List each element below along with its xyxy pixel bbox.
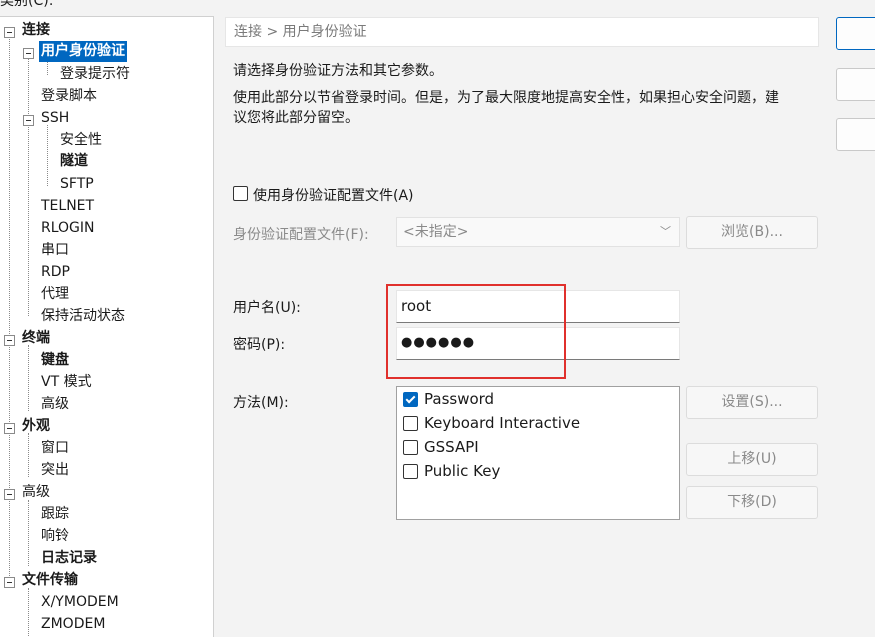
category-tree[interactable]: 连接 用户身份验证 登录提示符 登录脚本 SSH 安全性 隧道 SFTP TEL… <box>0 16 214 637</box>
method-label: 方法(M): <box>233 395 289 411</box>
tree-item-terminal[interactable]: 终端 <box>22 328 50 349</box>
browse-button[interactable]: 浏览(B)... <box>686 216 818 249</box>
tree-item-telnet[interactable]: TELNET <box>41 196 94 217</box>
collapse-icon[interactable] <box>23 48 34 59</box>
profile-select-value: <未指定> <box>403 224 469 240</box>
tree-guide-line <box>28 433 29 477</box>
tree-item-trace[interactable]: 跟踪 <box>41 504 69 525</box>
tree-item-keepalive[interactable]: 保持活动状态 <box>41 306 125 327</box>
tree-item-highlight[interactable]: 突出 <box>41 460 69 481</box>
move-up-button[interactable]: 上移(U) <box>686 443 818 476</box>
tree-guide-line <box>28 345 29 411</box>
collapse-icon[interactable] <box>4 577 15 588</box>
method-label-password: Password <box>424 390 495 408</box>
use-profile-checkbox[interactable] <box>233 186 248 201</box>
tree-item-ssh[interactable]: SSH <box>41 108 69 129</box>
method-checkbox-gssapi[interactable] <box>403 440 418 455</box>
tree-item-zmodem[interactable]: ZMODEM <box>41 614 105 635</box>
username-label: 用户名(U): <box>233 300 301 316</box>
tree-guide-line <box>28 588 29 637</box>
method-checkbox-password[interactable] <box>403 392 418 407</box>
tree-item-rlogin[interactable]: RLOGIN <box>41 218 95 239</box>
help-button[interactable] <box>836 118 875 151</box>
breadcrumb: 连接 > 用户身份验证 <box>225 17 819 47</box>
tree-item-connection[interactable]: 连接 <box>22 20 50 41</box>
password-label: 密码(P): <box>233 337 286 353</box>
method-list[interactable]: Password Keyboard Interactive GSSAPI Pub… <box>396 386 680 520</box>
profile-select[interactable]: <未指定> ﹀ <box>396 217 680 247</box>
settings-button[interactable]: 设置(S)... <box>686 386 818 419</box>
description-text: 请选择身份验证方法和其它参数。 <box>233 63 443 79</box>
method-label-keyboard-interactive: Keyboard Interactive <box>424 414 581 432</box>
tree-item-file-transfer[interactable]: 文件传输 <box>22 570 78 591</box>
category-label: 类别(C): <box>0 0 54 9</box>
tree-item-user-auth[interactable]: 用户身份验证 <box>39 41 127 62</box>
tree-item-bell[interactable]: 响铃 <box>41 526 69 547</box>
profile-label: 身份验证配置文件(F): <box>233 227 369 243</box>
tree-item-login-prompts[interactable]: 登录提示符 <box>60 64 130 85</box>
tree-guide-line <box>47 125 48 186</box>
method-label-public-key: Public Key <box>424 462 501 480</box>
tree-item-proxy[interactable]: 代理 <box>41 284 69 305</box>
move-down-button[interactable]: 下移(D) <box>686 486 818 519</box>
tree-item-tunnels[interactable]: 隧道 <box>60 151 88 172</box>
method-label-gssapi: GSSAPI <box>424 438 479 456</box>
tree-item-login-script[interactable]: 登录脚本 <box>41 86 97 107</box>
collapse-icon[interactable] <box>4 27 15 38</box>
tree-item-advanced[interactable]: 高级 <box>22 482 50 503</box>
highlight-box <box>386 284 566 379</box>
tree-item-sftp[interactable]: SFTP <box>60 174 94 195</box>
tree-item-xymodem[interactable]: X/YMODEM <box>41 592 119 613</box>
tree-item-appearance[interactable]: 外观 <box>22 416 50 437</box>
description-text: 使用此部分以节省登录时间。但是，为了最大限度地提高安全性，如果担心安全问题，建 <box>233 90 779 106</box>
description-text: 议您将此部分留空。 <box>233 110 359 126</box>
tree-guide-line <box>28 500 29 566</box>
method-checkbox-public-key[interactable] <box>403 464 418 479</box>
tree-guide-line <box>28 59 29 316</box>
ok-button[interactable] <box>836 17 875 50</box>
cancel-button[interactable] <box>836 68 875 101</box>
tree-item-security[interactable]: 安全性 <box>60 130 102 151</box>
tree-item-rdp[interactable]: RDP <box>41 262 70 283</box>
tree-item-terminal-advanced[interactable]: 高级 <box>41 394 69 415</box>
tree-item-window[interactable]: 窗口 <box>41 438 69 459</box>
tree-item-serial[interactable]: 串口 <box>41 240 69 261</box>
collapse-icon[interactable] <box>4 489 15 500</box>
tree-item-keyboard[interactable]: 键盘 <box>41 350 69 371</box>
collapse-icon[interactable] <box>4 335 15 346</box>
collapse-icon[interactable] <box>4 423 15 434</box>
collapse-icon[interactable] <box>23 115 34 126</box>
chevron-down-icon: ﹀ <box>660 225 671 238</box>
use-profile-label[interactable]: 使用身份验证配置文件(A) <box>253 185 414 205</box>
tree-item-vt-modes[interactable]: VT 模式 <box>41 372 92 393</box>
tree-item-logging[interactable]: 日志记录 <box>41 548 97 569</box>
method-checkbox-keyboard-interactive[interactable] <box>403 416 418 431</box>
